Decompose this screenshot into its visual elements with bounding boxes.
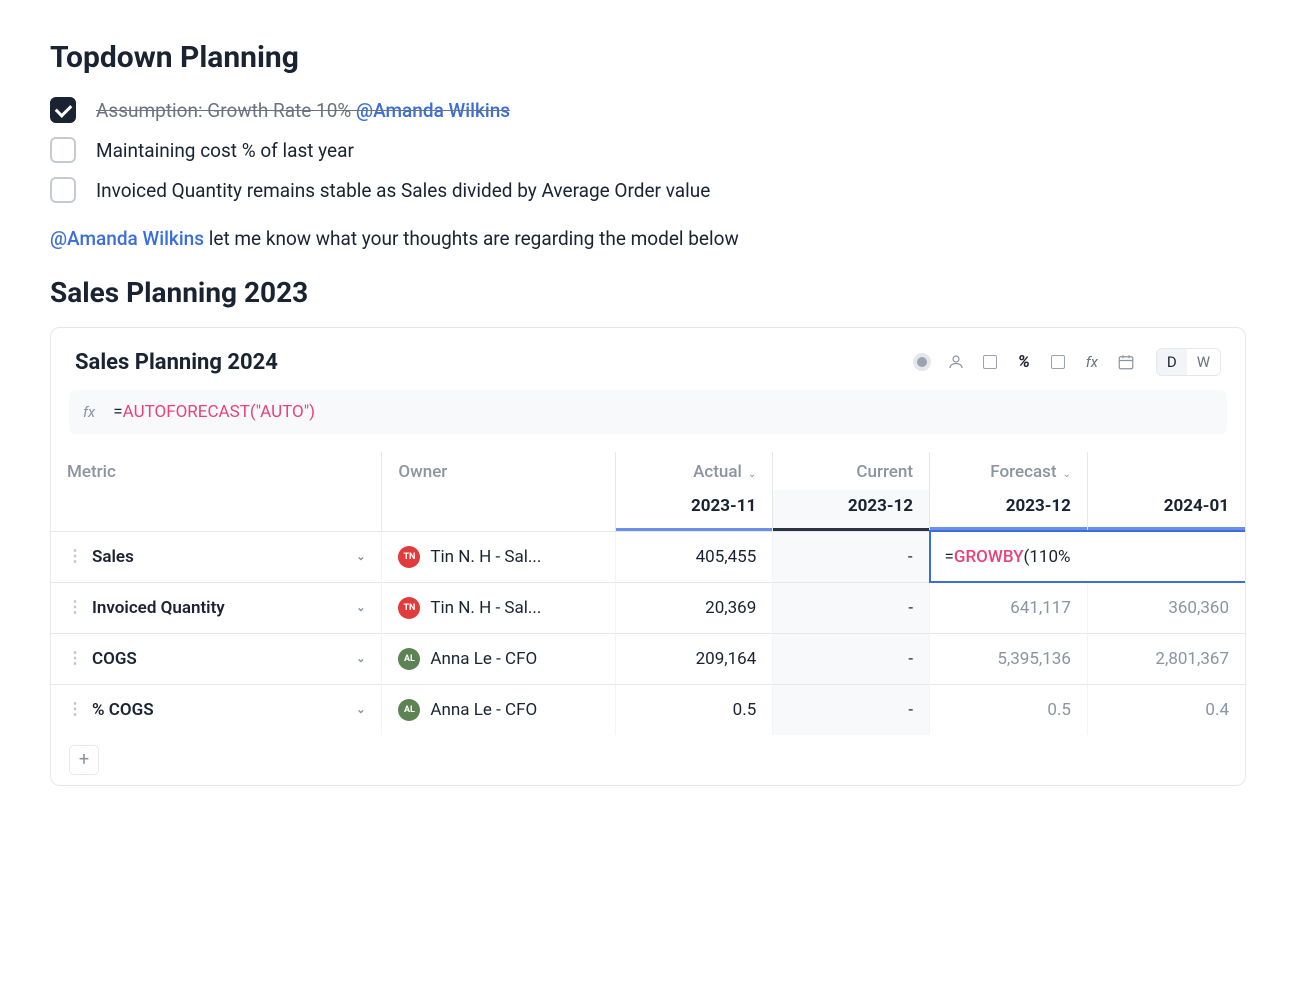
- data-cell[interactable]: 0.4: [1087, 684, 1245, 735]
- checkbox[interactable]: [50, 97, 76, 123]
- checklist-item: Invoiced Quantity remains stable as Sale…: [50, 177, 1246, 203]
- checkbox[interactable]: [50, 137, 76, 163]
- checklist-item: Maintaining cost % of last year: [50, 137, 1246, 163]
- avatar: AL: [398, 699, 420, 721]
- fx-icon[interactable]: fx: [1082, 352, 1102, 372]
- avatar: AL: [398, 648, 420, 670]
- metric-cell[interactable]: Sales⌄: [67, 547, 365, 567]
- period-header: 2023-12: [773, 490, 930, 531]
- col-header-owner: Owner: [382, 452, 616, 531]
- formula-bar[interactable]: fx =AUTOFORECAST("AUTO"): [69, 390, 1227, 434]
- note: @Amanda Wilkins let me know what your th…: [50, 227, 1246, 250]
- owner-cell[interactable]: TNTin N. H - Sal...: [398, 597, 599, 619]
- mention[interactable]: @Amanda Wilkins: [356, 99, 510, 122]
- chevron-down-icon[interactable]: ⌄: [356, 652, 365, 665]
- data-cell[interactable]: 641,117: [930, 582, 1088, 633]
- data-cell[interactable]: -: [773, 633, 930, 684]
- page-title: Topdown Planning: [50, 40, 1246, 75]
- formula-content: =AUTOFORECAST("AUTO"): [113, 402, 315, 422]
- drag-handle-icon[interactable]: [67, 553, 82, 559]
- calendar-icon[interactable]: [1116, 352, 1136, 372]
- checklist-item: Assumption: Growth Rate 10% @Amanda Wilk…: [50, 97, 1246, 123]
- owner-cell[interactable]: ALAnna Le - CFO: [398, 699, 599, 721]
- col-header-metric: Metric: [51, 452, 382, 531]
- data-cell[interactable]: -: [773, 684, 930, 735]
- checkbox-icon[interactable]: [980, 352, 1000, 372]
- chevron-down-icon: ⌄: [1063, 469, 1071, 480]
- table-row: Invoiced Quantity⌄ TNTin N. H - Sal... 2…: [51, 582, 1245, 633]
- metric-cell[interactable]: Invoiced Quantity⌄: [67, 598, 365, 618]
- mention[interactable]: @Amanda Wilkins: [50, 227, 204, 250]
- add-row-button[interactable]: +: [69, 745, 99, 775]
- chevron-down-icon[interactable]: ⌄: [356, 601, 365, 614]
- col-group-forecast-ext: [1087, 452, 1245, 490]
- avatar: TN: [398, 597, 420, 619]
- drag-handle-icon[interactable]: [67, 655, 82, 661]
- col-group-current: Current: [773, 452, 930, 490]
- checkbox[interactable]: [50, 177, 76, 203]
- data-cell[interactable]: 20,369: [616, 582, 773, 633]
- section-title: Sales Planning 2023: [50, 276, 1246, 309]
- col-group-actual[interactable]: Actual⌄: [616, 452, 773, 490]
- data-cell[interactable]: 5,395,136: [930, 633, 1088, 684]
- chevron-down-icon[interactable]: ⌄: [356, 550, 365, 563]
- data-cell[interactable]: 2,801,367: [1087, 633, 1245, 684]
- avatar: TN: [398, 546, 420, 568]
- owner-cell[interactable]: TNTin N. H - Sal...: [398, 546, 599, 568]
- checklist-text: Assumption: Growth Rate 10% @Amanda Wilk…: [96, 99, 510, 122]
- time-granularity-toggle: D W: [1156, 348, 1221, 376]
- data-cell[interactable]: -: [773, 531, 930, 582]
- col-group-forecast[interactable]: Forecast⌄: [930, 452, 1088, 490]
- card-toolbar: % fx D W: [912, 348, 1221, 376]
- checkbox-icon[interactable]: [1048, 352, 1068, 372]
- metric-cell[interactable]: % COGS⌄: [67, 700, 365, 720]
- person-icon[interactable]: [946, 352, 966, 372]
- checklist-text: Invoiced Quantity remains stable as Sale…: [96, 179, 710, 202]
- data-cell[interactable]: 0.5: [616, 684, 773, 735]
- table-row: % COGS⌄ ALAnna Le - CFO 0.5 - 0.5 0.4: [51, 684, 1245, 735]
- drag-handle-icon[interactable]: [67, 604, 82, 610]
- fx-label: fx: [83, 403, 95, 421]
- data-cell[interactable]: 405,455: [616, 531, 773, 582]
- card-title: Sales Planning 2024: [75, 350, 278, 375]
- planning-card: Sales Planning 2024 % fx D W fx =AUTOFOR…: [50, 327, 1246, 786]
- chevron-down-icon: ⌄: [748, 469, 756, 480]
- metric-cell[interactable]: COGS⌄: [67, 649, 365, 669]
- checklist: Assumption: Growth Rate 10% @Amanda Wilk…: [50, 97, 1246, 203]
- data-cell[interactable]: 360,360: [1087, 582, 1245, 633]
- formula-cell[interactable]: =GROWBY(110%: [930, 531, 1245, 582]
- data-cell[interactable]: 209,164: [616, 633, 773, 684]
- toggle-week[interactable]: W: [1187, 349, 1220, 375]
- data-cell[interactable]: -: [773, 582, 930, 633]
- planning-table: Metric Owner Actual⌄ Current Forecast⌄ 2…: [51, 452, 1245, 735]
- owner-cell[interactable]: ALAnna Le - CFO: [398, 648, 599, 670]
- toggle-day[interactable]: D: [1157, 349, 1187, 375]
- data-cell[interactable]: 0.5: [930, 684, 1088, 735]
- table-row: Sales⌄ TNTin N. H - Sal... 405,455 - =GR…: [51, 531, 1245, 582]
- chevron-down-icon[interactable]: ⌄: [356, 703, 365, 716]
- period-header: 2023-11: [616, 490, 773, 531]
- table-row: COGS⌄ ALAnna Le - CFO 209,164 - 5,395,13…: [51, 633, 1245, 684]
- period-header: 2024-01: [1087, 490, 1245, 531]
- checklist-text: Maintaining cost % of last year: [96, 139, 354, 162]
- period-header: 2023-12: [930, 490, 1088, 531]
- status-dot-icon[interactable]: [912, 352, 932, 372]
- drag-handle-icon[interactable]: [67, 706, 82, 712]
- percent-icon[interactable]: %: [1014, 352, 1034, 372]
